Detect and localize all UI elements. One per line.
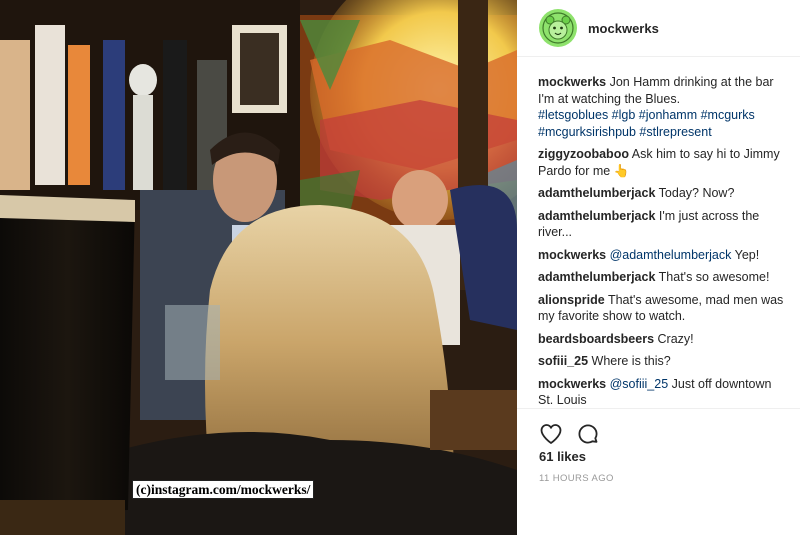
comment-username[interactable]: sofiii_25 <box>538 354 588 368</box>
comment-username[interactable]: adamthelumberjack <box>538 270 655 284</box>
post-header: mockwerks <box>517 0 800 57</box>
photo-watermark: (c)instagram.com/mockwerks/ <box>132 480 315 499</box>
comment-text: Where is this? <box>591 354 671 368</box>
comment-mention[interactable]: @adamthelumberjack <box>610 248 732 262</box>
comment-username[interactable]: mockwerks <box>538 248 606 262</box>
comment-item: alionspride That's awesome, mad men was … <box>538 292 790 325</box>
post-timestamp[interactable]: 11 HOURS AGO <box>539 473 614 484</box>
caption-username[interactable]: mockwerks <box>538 75 606 89</box>
comment-username[interactable]: adamthelumberjack <box>538 209 655 223</box>
caption-hashtags[interactable]: #letsgoblues #lgb #jonhamm #mcgurks #mcg… <box>538 108 755 139</box>
comment-item: ziggyzoobaboo Ask him to say hi to Jimmy… <box>538 146 790 179</box>
comment-username[interactable]: ziggyzoobaboo <box>538 147 629 161</box>
comment-bubble-icon[interactable] <box>576 422 600 446</box>
comment-item: sofiii_25 Where is this? <box>538 353 790 370</box>
comment-username[interactable]: mockwerks <box>538 377 606 391</box>
comment-text: That's so awesome! <box>658 270 770 284</box>
comment-text: Yep! <box>734 247 760 262</box>
comment-item: adamthelumberjack Today? Now? <box>538 185 790 202</box>
bar-scene-image <box>0 0 517 535</box>
comment-item: mockwerks @sofiii_25 Just off downtown S… <box>538 376 790 409</box>
comment-username[interactable]: adamthelumberjack <box>538 186 655 200</box>
comment-item: adamthelumberjack That's so awesome! <box>538 269 790 286</box>
post-photo: (c)instagram.com/mockwerks/ <box>0 0 517 535</box>
comment-text: Today? Now? <box>658 186 735 200</box>
comment-username[interactable]: alionspride <box>538 293 605 307</box>
likes-count[interactable]: 61 likes <box>539 449 586 464</box>
caption: mockwerks Jon Hamm drinking at the bar I… <box>538 74 790 140</box>
comment-item: adamthelumberjack I'm just across the ri… <box>538 208 790 241</box>
comment-text: Crazy! <box>657 331 694 346</box>
post-side-panel: mockwerks mockwerks Jon Hamm drinking at… <box>517 0 800 535</box>
avatar[interactable] <box>539 9 577 47</box>
heart-icon[interactable] <box>539 422 563 446</box>
post-actions <box>517 408 800 448</box>
comment-username[interactable]: beardsboardsbeers <box>538 332 654 346</box>
bear-logo-icon <box>542 12 574 44</box>
header-username[interactable]: mockwerks <box>588 21 659 36</box>
comments-list: mockwerks Jon Hamm drinking at the bar I… <box>517 57 800 409</box>
comment-item: beardsboardsbeers Crazy! <box>538 331 790 348</box>
comment-mention[interactable]: @sofiii_25 <box>610 377 669 391</box>
comment-item: mockwerks @adamthelumberjack Yep! <box>538 247 790 264</box>
